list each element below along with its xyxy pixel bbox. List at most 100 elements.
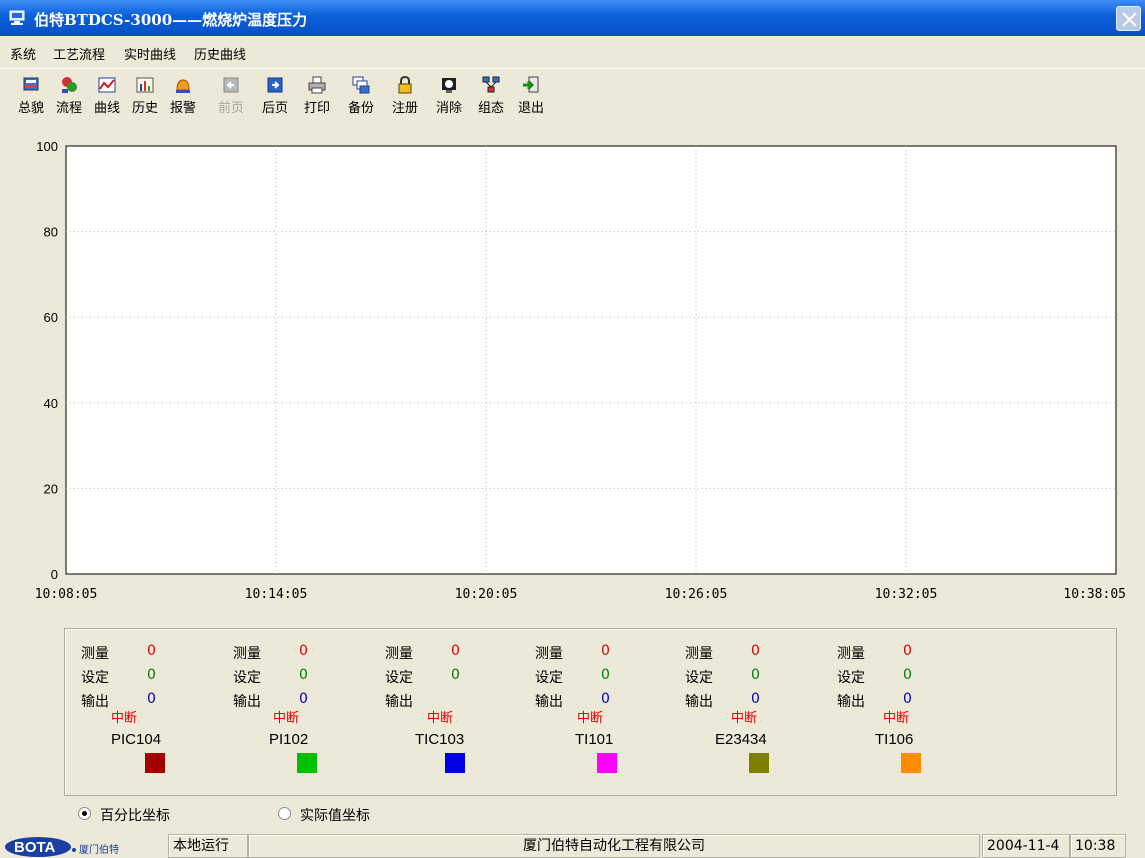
overview-icon [23, 77, 39, 91]
process-button[interactable]: 流程 [50, 75, 88, 125]
toolbar: 总貌 流程 曲线 历史 报警 前页 后页 打印 备份 注册 消除 组态 退出 [0, 68, 1145, 124]
status-text: 中断 [577, 711, 604, 726]
measure-value: 0 [147, 643, 156, 659]
next-page-icon [267, 77, 283, 93]
output-label: 输出 [233, 694, 261, 710]
bota-logo: BOTA 厦门伯特 [5, 837, 119, 857]
menu-system[interactable]: 系统 [10, 44, 36, 63]
measure-value: 0 [451, 643, 460, 659]
color-swatch[interactable] [145, 753, 165, 773]
color-swatch[interactable] [445, 753, 465, 773]
alarm-icon [176, 79, 190, 93]
output-value: 0 [299, 691, 308, 707]
x-tick-label: 10:08:05 [35, 587, 98, 602]
close-button[interactable] [1116, 6, 1141, 31]
clear-icon [442, 78, 456, 93]
setpoint-value: 0 [601, 667, 610, 683]
y-tick-label: 60 [44, 310, 58, 325]
backup-icon [352, 76, 370, 94]
actual-value-axis-radio[interactable] [278, 807, 291, 820]
setpoint-label: 设定 [685, 670, 713, 686]
prev-page-button[interactable]: 前页 [212, 75, 250, 125]
setpoint-value: 0 [903, 667, 912, 683]
x-tick-label: 10:38:05 [1063, 587, 1126, 602]
output-value: 0 [903, 691, 912, 707]
menu-realtime-trend[interactable]: 实时曲线 [124, 44, 176, 63]
alarm-button[interactable]: 报警 [164, 75, 202, 125]
print-button[interactable]: 打印 [298, 75, 336, 125]
output-value: 0 [147, 691, 156, 707]
setpoint-value: 0 [751, 667, 760, 683]
color-swatch[interactable] [749, 753, 769, 773]
setpoint-label: 设定 [233, 670, 261, 686]
setpoint-value: 0 [299, 667, 308, 683]
close-icon [1122, 12, 1137, 27]
measure-label: 测量 [81, 646, 109, 662]
legend-item-ti106: 测量 0 设定 0 输出 0 中断 TI106 [837, 643, 977, 793]
x-tick-label: 10:20:05 [455, 587, 518, 602]
color-swatch[interactable] [597, 753, 617, 773]
output-label: 输出 [535, 694, 563, 710]
percent-axis-radio[interactable] [78, 807, 91, 820]
y-tick-label: 20 [44, 481, 58, 496]
x-tick-label: 10:26:05 [665, 587, 728, 602]
configure-button[interactable]: 组态 [472, 75, 510, 125]
date-display: 2004-11-4 [982, 834, 1070, 858]
svg-text:厦门伯特: 厦门伯特 [79, 843, 119, 856]
menu-process-flow[interactable]: 工艺流程 [53, 44, 105, 63]
status-text: 中断 [427, 711, 454, 726]
menu-history-trend[interactable]: 历史曲线 [194, 44, 246, 63]
legend-item-e23434: 测量 0 设定 0 输出 0 中断 E23434 [685, 643, 825, 793]
output-value: 0 [601, 691, 610, 707]
printer-icon [308, 76, 326, 94]
tag-name: TI106 [875, 731, 914, 748]
measure-value: 0 [601, 643, 610, 659]
setpoint-label: 设定 [535, 670, 563, 686]
lock-icon [398, 75, 412, 94]
legend-item-pic104: 测量 0 设定 0 输出 0 中断 PIC104 [81, 643, 221, 793]
measure-label: 测量 [535, 646, 563, 662]
exit-button[interactable]: 退出 [512, 75, 550, 125]
measure-label: 测量 [385, 646, 413, 662]
title-bar: 伯特BTDCS-3000——燃烧炉温度压力 [0, 0, 1145, 36]
measure-value: 0 [903, 643, 912, 659]
y-tick-label: 80 [44, 225, 58, 240]
y-tick-label: 100 [36, 139, 58, 154]
menu-bar: 系统 工艺流程 实时曲线 历史曲线 [0, 40, 1145, 64]
backup-button[interactable]: 备份 [342, 75, 380, 125]
history-button[interactable]: 历史 [126, 75, 164, 125]
color-swatch[interactable] [901, 753, 921, 773]
setpoint-label: 设定 [81, 670, 109, 686]
setpoint-label: 设定 [837, 670, 865, 686]
color-swatch[interactable] [297, 753, 317, 773]
output-label: 输出 [685, 694, 713, 710]
y-tick-label: 40 [44, 396, 58, 411]
status-text: 中断 [273, 711, 300, 726]
setpoint-value: 0 [451, 667, 460, 683]
prev-page-icon [223, 77, 239, 93]
plot-area [65, 145, 1117, 575]
x-tick-label: 10:14:05 [245, 587, 308, 602]
run-mode-indicator: 本地运行 [168, 834, 248, 858]
measure-label: 测量 [837, 646, 865, 662]
measure-label: 测量 [233, 646, 261, 662]
overview-button[interactable]: 总貌 [12, 75, 50, 125]
exit-icon [523, 76, 539, 93]
y-tick-label: 0 [51, 567, 58, 582]
time-display: 10:38 [1070, 834, 1126, 858]
x-tick-label: 10:32:05 [875, 587, 938, 602]
app-icon [9, 10, 25, 25]
legend-item-tic103: 测量 0 设定 0 输出 中断 TIC103 [385, 643, 525, 793]
configure-icon [482, 76, 500, 93]
register-button[interactable]: 注册 [386, 75, 424, 125]
trend-button[interactable]: 曲线 [88, 75, 126, 125]
tag-name: PIC104 [111, 731, 162, 748]
svg-text:BOTA: BOTA [14, 839, 56, 856]
tag-name: E23434 [715, 731, 767, 748]
measure-value: 0 [751, 643, 760, 659]
clear-button[interactable]: 消除 [430, 75, 468, 125]
tag-legend-panel: 测量 0 设定 0 输出 0 中断 PIC104 测量 0 设定 0 输出 0 … [64, 628, 1117, 796]
next-page-button[interactable]: 后页 [256, 75, 294, 125]
legend-item-ti101: 测量 0 设定 0 输出 0 中断 TI101 [535, 643, 675, 793]
output-value: 0 [751, 691, 760, 707]
